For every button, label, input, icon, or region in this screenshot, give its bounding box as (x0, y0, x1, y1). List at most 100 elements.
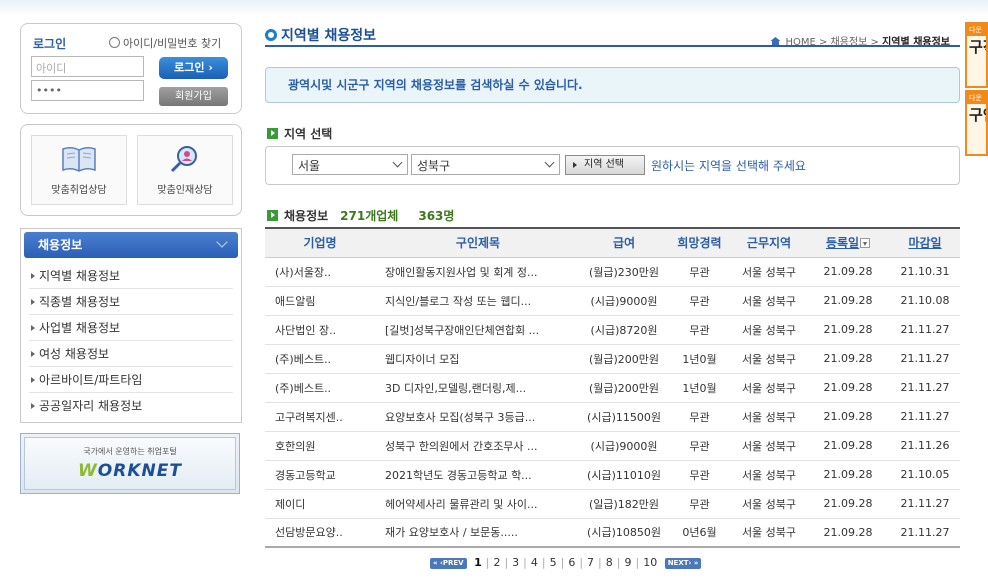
table-row[interactable]: 사단법인 장.. [길벗]성북구장애인단체연합회 ... (시급)8720원 무관 서울… (265, 315, 960, 345)
deadline-cell: 21.11.27 (890, 344, 960, 374)
table-row[interactable]: (사)서울장.. 장애인활동지원사업 및 회계 정... (월급)230만원 무관 서울… (265, 257, 960, 287)
page-number[interactable]: 8 (606, 556, 613, 569)
section-bullet-icon (267, 128, 278, 139)
page-number[interactable]: 9 (624, 556, 631, 569)
prev-page-button[interactable]: « ‹PREV (430, 558, 467, 569)
deadline-cell: 21.11.26 (890, 431, 960, 461)
company-cell: (사)서울장.. (265, 257, 375, 287)
table-row[interactable]: 고구려복지센.. 요양보호사 모집(성북구 3등급... (시급)11500원 무관 서… (265, 402, 960, 432)
company-cell: 선담방문요양.. (265, 518, 375, 548)
registered-date-cell: 21.09.28 (806, 315, 890, 345)
registered-date-cell: 21.09.28 (806, 344, 890, 374)
find-account-link[interactable]: 아이디/비밀번호 찾기 (109, 35, 221, 51)
col-location: 근무지역 (732, 227, 806, 258)
deadline-cell: 21.11.27 (890, 402, 960, 432)
location-cell: 서울 성북구 (732, 402, 806, 432)
job-counsel-label: 맞춤취업상담 (51, 185, 107, 196)
person-count: 363명 (418, 209, 455, 223)
experience-cell: 무관 (667, 257, 732, 287)
page-number[interactable]: 3 (512, 556, 519, 569)
experience-cell: 0년6월 (667, 518, 732, 548)
page-number[interactable]: 10 (643, 556, 657, 569)
menu-item-business[interactable]: 사업별 채용정보 (29, 315, 233, 341)
col-title: 구인제목 (375, 227, 581, 258)
page-number[interactable]: 4 (531, 556, 538, 569)
company-cell: 고구려복지센.. (265, 402, 375, 432)
table-row[interactable]: 선담방문요양.. 재가 요양보호사 / 보문동..... (시급)10850원 0년6… (265, 518, 960, 548)
find-account-label: 아이디/비밀번호 찾기 (123, 37, 222, 50)
banner-top-label: 다운 (967, 92, 986, 104)
employer-download-banner[interactable]: 다운 구인 (965, 90, 988, 156)
company-cell: (주)베스트.. (265, 373, 375, 403)
job-counsel-button[interactable]: 맞춤취업상담 (31, 135, 127, 205)
col-registered[interactable]: 등록일 (806, 227, 890, 258)
city-select[interactable]: 서울 (292, 154, 408, 175)
salary-cell: (시급)9000원 (581, 286, 667, 316)
salary-cell: (일급)182만원 (581, 489, 667, 519)
location-cell: 서울 성북구 (732, 373, 806, 403)
password-input[interactable]: •••• (31, 80, 144, 101)
talent-counsel-button[interactable]: 맞춤인재상담 (137, 135, 233, 205)
job-title-cell[interactable]: 요양보호사 모집(성북구 3등급... (375, 402, 581, 432)
col-deadline[interactable]: 마감일 (890, 227, 960, 258)
menu-item-parttime[interactable]: 아르바이트/파트타임 (29, 367, 233, 393)
job-title-cell[interactable]: 헤어약세사리 물류관리 및 사이... (375, 489, 581, 519)
table-row[interactable]: 애드알림 지식인/블로그 작성 또는 웹디... (시급)9000원 무관 서울 성북구… (265, 286, 960, 316)
registered-date-cell: 21.09.28 (806, 286, 890, 316)
menu-item-women[interactable]: 여성 채용정보 (29, 341, 233, 367)
page-number[interactable]: 5 (550, 556, 557, 569)
user-id-input[interactable]: 아이디 (31, 56, 144, 77)
worknet-banner[interactable]: 국가에서 운영하는 취업포털 WORKNET (20, 433, 240, 494)
job-seeker-download-banner[interactable]: 다운 구직 (965, 22, 988, 88)
job-title-cell[interactable]: 2021학년도 경동고등학교 학... (375, 460, 581, 490)
login-button[interactable]: 로그인 › (159, 57, 228, 79)
section-bullet-icon (267, 210, 278, 221)
job-title-cell[interactable]: 3D 디자인,모델링,랜더링,제... (375, 373, 581, 403)
chevron-down-icon (216, 236, 228, 248)
page-number[interactable]: 6 (568, 556, 575, 569)
region-box: 서울 성북구 지역 선택 원하시는 지역을 선택해 주세요 (265, 146, 960, 185)
job-title-cell[interactable]: 재가 요양보호사 / 보문동..... (375, 518, 581, 548)
location-cell: 서울 성북구 (732, 315, 806, 345)
salary-cell: (월급)200만원 (581, 344, 667, 374)
page-separator: | (616, 556, 621, 569)
next-page-button[interactable]: NEXT› » (664, 558, 702, 569)
job-title-cell[interactable]: [길벗]성북구장애인단체연합회 ... (375, 315, 581, 345)
page-separator: | (635, 556, 640, 569)
page-separator: | (504, 556, 509, 569)
company-cell: (주)베스트.. (265, 344, 375, 374)
job-title-cell[interactable]: 장애인활동지원사업 및 회계 정... (375, 257, 581, 287)
job-title-cell[interactable]: 성북구 한의원에서 간호조무사 ... (375, 431, 581, 461)
table-row[interactable]: (주)베스트.. 3D 디자인,모델링,랜더링,제... (월급)200만원 1년0월… (265, 373, 960, 403)
search-icon (109, 37, 120, 48)
page-separator: | (560, 556, 565, 569)
circle-bullet-icon (265, 29, 277, 41)
job-title-cell[interactable]: 지식인/블로그 작성 또는 웹디... (375, 286, 581, 316)
region-select-button[interactable]: 지역 선택 (565, 155, 645, 175)
salary-cell: (월급)230만원 (581, 257, 667, 287)
chevron-down-icon (544, 157, 555, 168)
top-band (0, 0, 988, 16)
table-row[interactable]: 경동고등학교 2021학년도 경동고등학교 학... (시급)11010원 무관 서울 … (265, 460, 960, 490)
page-number[interactable]: 7 (587, 556, 594, 569)
table-row[interactable]: 제이디 헤어약세사리 물류관리 및 사이... (일급)182만원 무관 서울 성북구 2… (265, 489, 960, 519)
col-experience: 희망경력 (667, 227, 732, 258)
page-number[interactable]: 2 (493, 556, 500, 569)
location-cell: 서울 성북구 (732, 460, 806, 490)
sort-icon[interactable] (860, 238, 871, 249)
job-title-cell[interactable]: 웹디자이너 모집 (375, 344, 581, 374)
menu-item-region[interactable]: 지역별 채용정보 (29, 263, 233, 289)
worknet-logo: WORKNET (78, 461, 182, 481)
menu-item-occupation[interactable]: 직종별 채용정보 (29, 289, 233, 315)
experience-cell: 무관 (667, 286, 732, 316)
col-salary: 급여 (581, 227, 667, 258)
registered-date-cell: 21.09.28 (806, 431, 890, 461)
page-number[interactable]: 1 (474, 556, 482, 569)
menu-header[interactable]: 채용정보 (24, 232, 238, 258)
district-select[interactable]: 성북구 (411, 154, 560, 175)
table-row[interactable]: 호한의원 성북구 한의원에서 간호조무사 ... (시급)9000원 무관 서울 성북구… (265, 431, 960, 461)
join-button[interactable]: 회원가입 (159, 87, 228, 106)
salary-cell: (시급)10850원 (581, 518, 667, 548)
menu-item-public[interactable]: 공공일자리 채용정보 (29, 393, 233, 419)
table-row[interactable]: (주)베스트.. 웹디자이너 모집 (월급)200만원 1년0월 서울 성북구 21.09… (265, 344, 960, 374)
